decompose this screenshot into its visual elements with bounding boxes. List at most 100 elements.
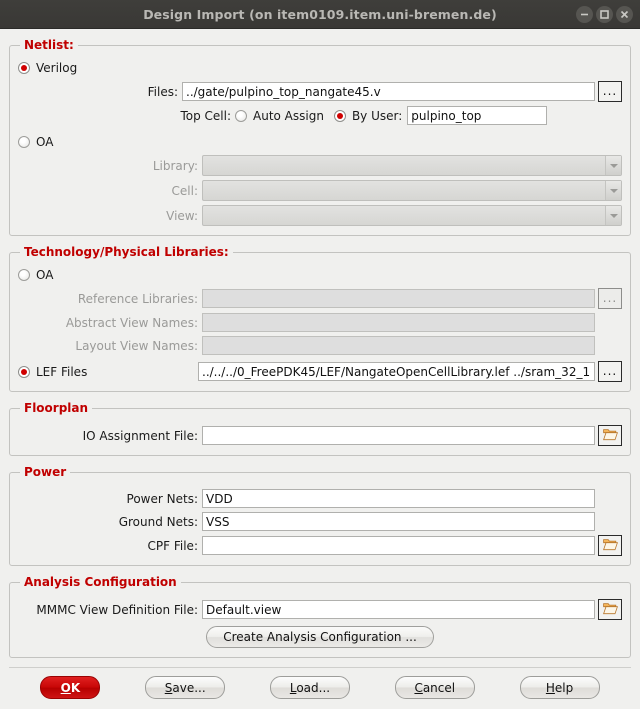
cpf-file-browse-button[interactable] xyxy=(598,535,622,556)
floorplan-group-legend: Floorplan xyxy=(24,401,89,415)
mmmc-browse-button[interactable] xyxy=(598,599,622,620)
cancel-rest: ancel xyxy=(422,680,456,695)
lef-files-label: LEF Files xyxy=(36,364,88,379)
load-rest: oad... xyxy=(296,680,331,695)
cell-row: Cell: xyxy=(18,180,622,201)
chevron-down-icon[interactable] xyxy=(605,206,621,225)
abstract-view-names-input xyxy=(202,313,595,332)
netlist-oa-label: OA xyxy=(36,135,54,149)
netlist-topcell-row: Top Cell: Auto Assign By User: xyxy=(18,106,622,125)
close-icon[interactable] xyxy=(616,5,633,23)
folder-open-icon xyxy=(602,428,618,444)
window-title: Design Import (on item0109.item.uni-brem… xyxy=(143,6,497,22)
technology-oa-radio[interactable] xyxy=(18,269,30,281)
ok-button[interactable]: OK xyxy=(40,676,101,699)
mmmc-input[interactable] xyxy=(202,600,595,619)
view-combo[interactable] xyxy=(202,205,622,226)
layout-view-names-label: Layout View Names: xyxy=(75,338,198,353)
save-button[interactable]: Save... xyxy=(145,676,226,699)
ok-rest: K xyxy=(70,680,81,695)
reference-libraries-input xyxy=(202,289,595,308)
help-rest: elp xyxy=(554,680,574,695)
abstract-view-names-row: Abstract View Names: xyxy=(18,313,622,332)
reference-libraries-row: Reference Libraries: ... xyxy=(18,288,622,309)
ground-nets-row: Ground Nets: xyxy=(18,512,622,531)
window-titlebar: Design Import (on item0109.item.uni-brem… xyxy=(0,0,640,29)
window-controls xyxy=(576,0,633,28)
mmmc-row: MMMC View Definition File: xyxy=(18,599,622,620)
technology-oa-label: OA xyxy=(36,268,54,282)
cpf-file-row: CPF File: xyxy=(18,535,622,556)
help-button[interactable]: Help xyxy=(519,676,600,699)
chevron-down-icon[interactable] xyxy=(605,181,621,200)
cancel-mnemonic: C xyxy=(414,680,423,695)
by-user-label: By User: xyxy=(351,108,403,123)
create-analysis-configuration-button[interactable]: Create Analysis Configuration ... xyxy=(206,626,434,648)
analysis-group-legend: Analysis Configuration xyxy=(24,575,177,589)
analysis-configuration-group: Analysis Configuration MMMC View Definit… xyxy=(9,575,631,658)
io-assignment-input[interactable] xyxy=(202,426,595,445)
library-combo[interactable] xyxy=(202,155,622,176)
auto-assign-label: Auto Assign xyxy=(253,108,324,123)
layout-view-names-input xyxy=(202,336,595,355)
lef-files-row: LEF Files ... xyxy=(18,361,622,382)
technology-group: Technology/Physical Libraries: OA Refere… xyxy=(9,245,631,392)
power-nets-row: Power Nets: xyxy=(18,489,622,508)
create-analysis-row: Create Analysis Configuration ... xyxy=(18,626,622,648)
cpf-file-label: CPF File: xyxy=(147,538,198,553)
lef-files-radio[interactable] xyxy=(18,365,30,378)
technology-group-legend: Technology/Physical Libraries: xyxy=(24,245,229,259)
view-label: View: xyxy=(166,208,198,223)
power-nets-input[interactable] xyxy=(202,489,595,508)
view-row: View: xyxy=(18,205,622,226)
power-nets-label: Power Nets: xyxy=(126,491,198,506)
verilog-radio-label: Verilog xyxy=(36,61,78,75)
power-group-legend: Power xyxy=(24,465,67,479)
topcell-label: Top Cell: xyxy=(180,108,231,123)
verilog-radio[interactable] xyxy=(18,62,30,74)
folder-open-icon xyxy=(602,602,618,618)
ground-nets-input[interactable] xyxy=(202,512,595,531)
abstract-view-names-label: Abstract View Names: xyxy=(65,315,198,330)
netlist-files-row: Files: ... xyxy=(18,81,622,102)
ok-mnemonic: O xyxy=(60,680,71,695)
save-rest: ave... xyxy=(172,680,206,695)
top-cell-input[interactable] xyxy=(407,106,548,125)
minimize-icon[interactable] xyxy=(576,5,593,23)
netlist-verilog-radio-row[interactable]: Verilog xyxy=(18,61,622,75)
reference-libraries-label: Reference Libraries: xyxy=(77,291,198,306)
help-mnemonic: H xyxy=(545,680,555,695)
io-assignment-label: IO Assignment File: xyxy=(82,428,198,443)
files-label: Files: xyxy=(147,84,178,99)
cpf-file-input[interactable] xyxy=(202,536,595,555)
netlist-oa-radio-row[interactable]: OA xyxy=(18,135,622,149)
floorplan-group: Floorplan IO Assignment File: xyxy=(9,401,631,456)
technology-oa-radio-row[interactable]: OA xyxy=(18,268,622,282)
library-label: Library: xyxy=(152,158,198,173)
reference-libraries-browse-button: ... xyxy=(598,288,622,309)
load-button[interactable]: Load... xyxy=(269,676,350,699)
by-user-radio[interactable] xyxy=(333,109,346,122)
layout-view-names-row: Layout View Names: xyxy=(18,336,622,355)
cancel-button[interactable]: Cancel xyxy=(394,676,475,699)
design-import-dialog: Netlist: Verilog Files: ... Top Cell: Au… xyxy=(0,38,640,668)
io-assignment-row: IO Assignment File: xyxy=(18,425,622,446)
library-row: Library: xyxy=(18,155,622,176)
io-assignment-browse-button[interactable] xyxy=(598,425,622,446)
chevron-down-icon[interactable] xyxy=(605,156,621,175)
netlist-group: Netlist: Verilog Files: ... Top Cell: Au… xyxy=(9,38,631,236)
netlist-oa-radio[interactable] xyxy=(18,136,30,148)
ground-nets-label: Ground Nets: xyxy=(118,514,198,529)
files-browse-button[interactable]: ... xyxy=(598,81,622,102)
power-group: Power Power Nets: Ground Nets: CPF File: xyxy=(9,465,631,566)
files-input[interactable] xyxy=(182,82,595,101)
mmmc-label: MMMC View Definition File: xyxy=(36,602,198,617)
lef-files-browse-button[interactable]: ... xyxy=(598,361,622,382)
auto-assign-radio[interactable] xyxy=(235,109,247,122)
maximize-icon[interactable] xyxy=(596,5,613,23)
lef-files-input[interactable] xyxy=(198,362,595,381)
cell-combo[interactable] xyxy=(202,180,622,201)
save-mnemonic: S xyxy=(164,680,173,695)
netlist-group-legend: Netlist: xyxy=(24,38,74,52)
folder-open-icon xyxy=(602,538,618,554)
